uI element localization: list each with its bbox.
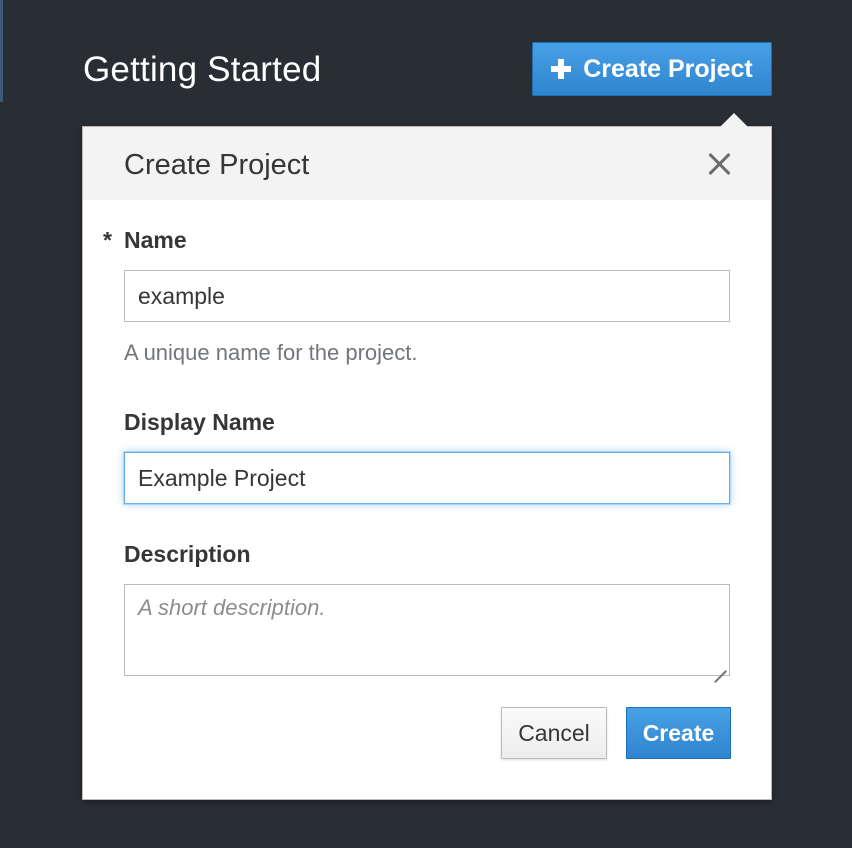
- name-help-text: A unique name for the project.: [124, 340, 418, 365]
- page-title: Getting Started: [83, 50, 322, 89]
- popover-arrow: [720, 113, 748, 127]
- required-mark: *: [103, 227, 112, 253]
- close-icon[interactable]: [708, 152, 732, 176]
- name-input[interactable]: [124, 270, 730, 322]
- description-label: Description: [124, 541, 251, 567]
- create-project-popover: Create Project * Name A unique name for …: [82, 126, 772, 800]
- display-name-label: Display Name: [124, 409, 275, 435]
- cancel-button[interactable]: Cancel: [501, 707, 607, 759]
- name-label: Name: [124, 227, 187, 253]
- resize-handle-icon[interactable]: [712, 657, 726, 671]
- left-edge-accent: [0, 0, 3, 102]
- popover-header: Create Project: [83, 127, 771, 200]
- create-button[interactable]: Create: [626, 707, 731, 759]
- create-project-button-label: Create Project: [583, 54, 753, 83]
- description-textarea[interactable]: [124, 584, 730, 676]
- plus-icon: [551, 59, 572, 79]
- create-project-button[interactable]: Create Project: [532, 42, 772, 96]
- display-name-input[interactable]: [124, 452, 730, 504]
- popover-title: Create Project: [124, 149, 310, 181]
